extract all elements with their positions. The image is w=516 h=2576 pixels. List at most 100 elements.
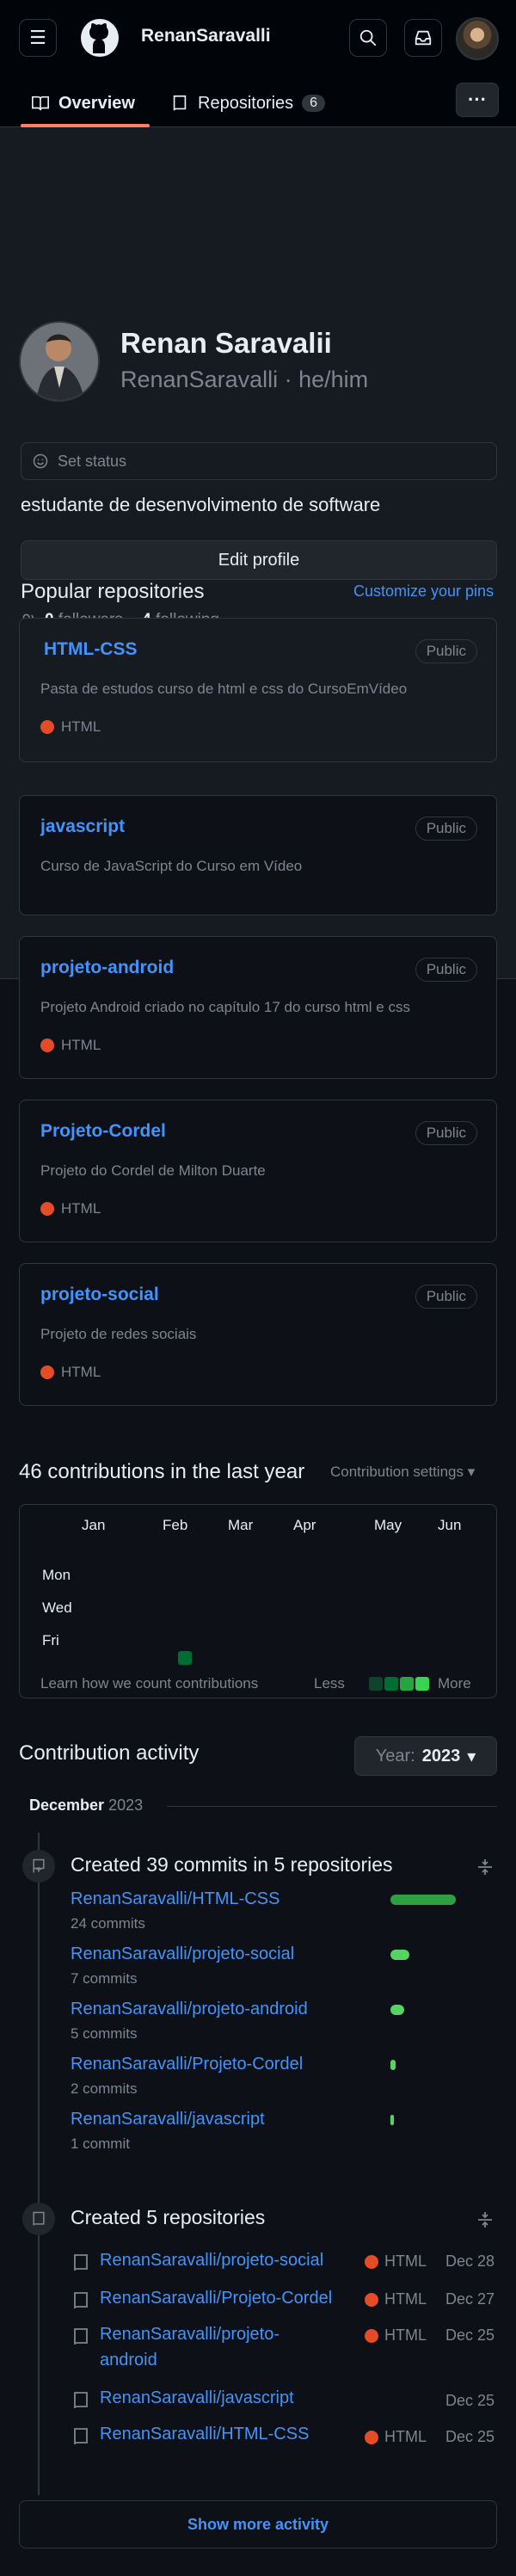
repo-name-link[interactable]: projeto-android [40, 958, 174, 978]
contributions-heading: 46 contributions in the last year [19, 1460, 305, 1483]
visibility-badge: Public [415, 958, 477, 982]
tab-repositories[interactable]: Repositories 6 [170, 86, 326, 120]
repo-description: Pasta de estudos curso de html e css do … [40, 681, 408, 697]
weekday-label: Wed [42, 1599, 72, 1616]
customize-pins-link[interactable]: Customize your pins [353, 582, 494, 601]
html-language-dot [40, 1202, 54, 1216]
popular-repositories-heading: Popular repositories [21, 580, 205, 603]
legend-less-label: Less [314, 1675, 345, 1692]
person-photo-icon [21, 323, 98, 400]
pinned-repo-card[interactable]: projeto-android Public Projeto Android c… [19, 936, 497, 1079]
repo-language: HTML [40, 718, 101, 736]
commit-repo-link[interactable]: RenanSaravalli/HTML-CSS [71, 1889, 280, 1909]
html-language-dot [365, 2430, 378, 2444]
commit-repo-link[interactable]: RenanSaravalli/javascript [71, 2110, 265, 2129]
weekday-label: Fri [42, 1632, 59, 1649]
created-repo-link[interactable]: RenanSaravalli/javascript [100, 2385, 294, 2411]
edit-profile-button[interactable]: Edit profile [21, 540, 497, 580]
contributions-help-link[interactable]: Learn how we count contributions [40, 1675, 258, 1692]
menu-button[interactable]: ☰ [19, 19, 57, 57]
created-repositories-title: Created 5 repositories [71, 2206, 266, 2228]
contribution-cell[interactable] [178, 1651, 192, 1665]
smiley-icon [33, 453, 48, 469]
created-repo-date: Dec 25 [445, 2326, 495, 2344]
collapse-icon[interactable] [475, 2209, 495, 2230]
profile-page: ☰ RenanSaravalli Overview Repositories 6 [0, 0, 516, 2576]
month-label: Jan [82, 1517, 106, 1533]
created-repo-link[interactable]: RenanSaravalli/projeto-android [100, 2321, 332, 2373]
commit-count-link[interactable]: 5 commits [71, 2025, 137, 2043]
html-language-dot [40, 720, 54, 734]
language-label: HTML [384, 2326, 427, 2344]
language-label: HTML [61, 1200, 101, 1217]
created-repo-date: Dec 27 [445, 2290, 495, 2308]
commit-count-link[interactable]: 1 commit [71, 2135, 130, 2153]
repo-name-link[interactable]: HTML-CSS [44, 639, 138, 660]
created-repo-language: HTML [365, 2252, 427, 2271]
menu-icon: ☰ [29, 27, 46, 48]
tab-overview-label: Overview [58, 93, 135, 113]
visibility-badge: Public [415, 817, 477, 841]
language-label: HTML [384, 2290, 427, 2308]
commit-repo-link[interactable]: RenanSaravalli/projeto-android [71, 2000, 308, 2019]
commit-count-link[interactable]: 24 commits [71, 1915, 145, 1932]
brand-username[interactable]: RenanSaravalli [141, 26, 271, 46]
month-year: 2023 [108, 1796, 144, 1814]
set-status-button[interactable]: Set status [21, 442, 497, 480]
year-select-button[interactable]: Year: 2023 ▾ [354, 1736, 497, 1776]
profile-tabs: Overview Repositories 6 [0, 77, 516, 127]
activity-timeline-line [38, 1833, 40, 2495]
legend-level-cell [415, 1677, 429, 1691]
year-prefix: Year: [375, 1746, 415, 1766]
month-label: Jun [438, 1517, 462, 1533]
contribution-graph: Jan Feb Mar Apr May Jun Mon Wed Fri Lear… [19, 1504, 497, 1698]
created-repo-language: HTML [365, 2290, 427, 2308]
language-label: HTML [61, 1037, 101, 1053]
visibility-badge: Public [415, 1285, 477, 1309]
search-button[interactable] [349, 19, 387, 57]
contribution-settings-button[interactable]: Contribution settings ▾ [330, 1464, 475, 1481]
repo-name-link[interactable]: javascript [40, 817, 125, 837]
pinned-repo-card[interactable]: projeto-social Public Projeto de redes s… [19, 1263, 497, 1406]
commit-count-link[interactable]: 2 commits [71, 2080, 137, 2098]
selected-year: 2023 [421, 1746, 461, 1766]
repo-push-icon [33, 1858, 45, 1873]
pinned-repo-card[interactable]: HTML-CSS Public Pasta de estudos curso d… [19, 618, 497, 762]
commit-repo-link[interactable]: RenanSaravalli/Projeto-Cordel [71, 2055, 303, 2074]
top-navigation: ☰ RenanSaravalli Overview Repositories 6 [0, 0, 516, 127]
show-more-activity-button[interactable]: Show more activity [19, 2500, 497, 2548]
commit-activity-icon [22, 1850, 55, 1883]
created-repo-link[interactable]: RenanSaravalli/projeto-social [100, 2247, 323, 2273]
created-repositories-icon [22, 2203, 55, 2235]
more-options-button[interactable]: ··· [456, 83, 499, 117]
caret-down-icon: ▾ [467, 1747, 476, 1766]
pinned-repo-card[interactable]: Projeto-Cordel Public Projeto do Cordel … [19, 1100, 497, 1242]
language-label: HTML [384, 2252, 427, 2270]
inbox-button[interactable] [404, 19, 442, 57]
collapse-icon[interactable] [475, 1857, 495, 1877]
month-name: December [29, 1796, 105, 1814]
timeline-month-heading: December 2023 [29, 1796, 143, 1815]
commit-repo-link[interactable]: RenanSaravalli/projeto-social [71, 1944, 294, 1964]
repo-icon [74, 2328, 88, 2345]
created-repo-link[interactable]: RenanSaravalli/HTML-CSS [100, 2421, 309, 2447]
book-icon [32, 96, 49, 111]
language-label: HTML [384, 2428, 427, 2445]
repo-description: Projeto do Cordel de Milton Duarte [40, 1162, 266, 1179]
created-repo-date: Dec 28 [445, 2252, 495, 2270]
commit-count-link[interactable]: 7 commits [71, 1970, 137, 1987]
visibility-badge: Public [415, 639, 477, 663]
repo-name-link[interactable]: Projeto-Cordel [40, 1121, 166, 1142]
repo-description: Projeto de redes sociais [40, 1326, 197, 1342]
created-repo-link[interactable]: RenanSaravalli/Projeto-Cordel [100, 2285, 332, 2311]
user-avatar[interactable] [456, 17, 499, 60]
github-logo-icon[interactable] [79, 17, 120, 59]
search-icon [359, 29, 377, 46]
commit-share-bar [390, 1895, 456, 1905]
profile-bio: estudante de desenvolvimento de software [21, 494, 381, 515]
month-label: Feb [163, 1517, 188, 1533]
pinned-repo-card[interactable]: javascript Public Curso de JavaScript do… [19, 795, 497, 915]
tab-overview[interactable]: Overview [31, 86, 135, 120]
language-label: HTML [61, 718, 101, 735]
repo-name-link[interactable]: projeto-social [40, 1285, 159, 1305]
